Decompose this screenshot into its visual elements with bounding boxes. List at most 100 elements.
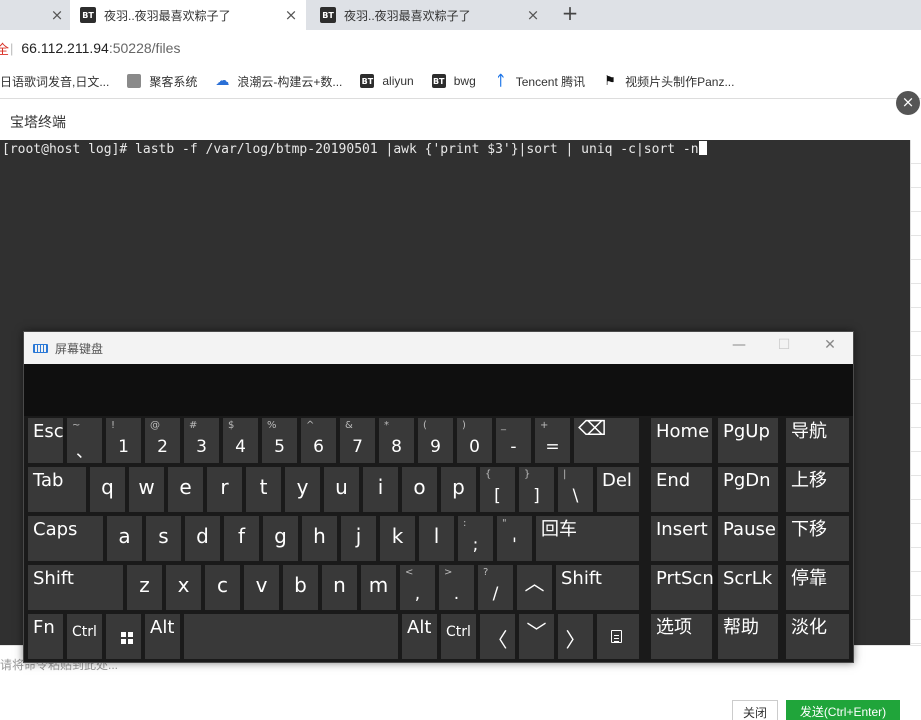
key-equals[interactable]: + = — [535, 418, 570, 463]
key-semicolon[interactable]: :; — [458, 516, 493, 561]
key-help[interactable]: 帮助 — [718, 614, 778, 659]
close-icon[interactable]: × — [524, 6, 542, 24]
close-button[interactable]: ✕ — [815, 337, 845, 357]
key-v[interactable]: v — [244, 565, 279, 610]
key-options[interactable]: 选项 — [651, 614, 712, 659]
key-4[interactable]: $4 — [223, 418, 258, 463]
bookmark-item[interactable]: BT bwg — [431, 74, 476, 88]
tab-item-active[interactable]: BT 夜羽..夜羽最喜欢粽子了 × — [70, 0, 306, 30]
key-end[interactable]: End — [651, 467, 712, 512]
key-k[interactable]: k — [380, 516, 415, 561]
key-y[interactable]: y — [285, 467, 320, 512]
key-pause[interactable]: Pause — [718, 516, 778, 561]
key-0[interactable]: ) 0 — [457, 418, 492, 463]
bookmark-item[interactable]: ⚑ 视频片头制作Panz... — [603, 73, 734, 90]
key-5[interactable]: % 5 — [262, 418, 297, 463]
key-e[interactable]: e — [168, 467, 203, 512]
key-ctrl-left[interactable]: Ctrl — [67, 614, 102, 659]
key-f[interactable]: f — [224, 516, 259, 561]
url-text[interactable]: 66.112.211.94:50228/files — [21, 40, 180, 56]
close-icon[interactable]: × — [896, 91, 920, 115]
key-scrlk[interactable]: ScrLk — [718, 565, 778, 610]
key-pgdn[interactable]: PgDn — [718, 467, 778, 512]
key-b[interactable]: b — [283, 565, 318, 610]
key-l[interactable]: l — [419, 516, 454, 561]
restore-button[interactable]: ☐ — [769, 337, 799, 357]
key-insert[interactable]: Insert — [651, 516, 712, 561]
key-i[interactable]: i — [363, 467, 398, 512]
key-w[interactable]: w — [129, 467, 164, 512]
key-backslash[interactable]: | \ — [558, 467, 593, 512]
key-fade[interactable]: 淡化 — [786, 614, 849, 659]
key-windows[interactable] — [106, 614, 141, 659]
minimize-button[interactable]: — — [724, 337, 754, 357]
key-quote[interactable]: " ' — [497, 516, 532, 561]
key-shift-right[interactable]: Shift — [556, 565, 639, 610]
key-t[interactable]: t — [246, 467, 281, 512]
key-8[interactable]: * 8 — [379, 418, 414, 463]
bookmark-item[interactable]: 聚客系统 — [127, 73, 197, 90]
key-comma[interactable]: <, — [400, 565, 435, 610]
key-2[interactable]: @2 — [145, 418, 180, 463]
key-s[interactable]: s — [146, 516, 181, 561]
key-nav[interactable]: 导航 — [786, 418, 849, 463]
key-a[interactable]: a — [107, 516, 142, 561]
key-shift-left[interactable]: Shift — [28, 565, 123, 610]
tab-item[interactable]: × — [0, 0, 66, 30]
key-slash[interactable]: ? / — [478, 565, 513, 610]
key-pgup[interactable]: PgUp — [718, 418, 778, 463]
key-tab[interactable]: Tab — [28, 467, 86, 512]
bookmark-item[interactable]: 日语歌词发音,日文... — [0, 73, 109, 90]
key-h[interactable]: h — [302, 516, 337, 561]
key-enter[interactable]: 回车 — [536, 516, 639, 561]
key-fn[interactable]: Fn — [28, 614, 63, 659]
key-esc[interactable]: Esc — [28, 418, 64, 463]
new-tab-icon[interactable]: + — [558, 2, 582, 26]
key-n[interactable]: n — [322, 565, 357, 610]
key-tilde[interactable]: ~、 — [67, 418, 102, 463]
key-minus[interactable]: _ - — [496, 418, 531, 463]
key-x[interactable]: x — [166, 565, 201, 610]
key-caps[interactable]: Caps — [28, 516, 103, 561]
key-right-arrow[interactable]: 〉 — [558, 614, 593, 659]
close-icon[interactable]: × — [48, 6, 66, 24]
key-del[interactable]: Del — [597, 467, 639, 512]
key-backspace[interactable]: ⌫ — [574, 418, 639, 463]
key-left-bracket[interactable]: {[ — [480, 467, 515, 512]
key-alt-right[interactable]: Alt — [402, 614, 437, 659]
key-j[interactable]: j — [341, 516, 376, 561]
key-right-bracket[interactable]: }] — [519, 467, 554, 512]
tab-item[interactable]: BT 夜羽..夜羽最喜欢粽子了 × — [312, 0, 548, 30]
key-3[interactable]: #3 — [184, 418, 219, 463]
key-c[interactable]: c — [205, 565, 240, 610]
key-space[interactable] — [184, 614, 398, 659]
bookmark-item[interactable]: ᛏ Tencent 腾讯 — [494, 73, 586, 90]
key-o[interactable]: o — [402, 467, 437, 512]
key-down-arrow[interactable]: ﹀ — [519, 614, 554, 659]
close-button[interactable]: 关闭 — [732, 700, 778, 720]
key-6[interactable]: ^ 6 — [301, 418, 336, 463]
key-dock[interactable]: 停靠 — [786, 565, 849, 610]
key-prtscn[interactable]: PrtScn — [651, 565, 714, 610]
key-d[interactable]: d — [185, 516, 220, 561]
key-z[interactable]: z — [127, 565, 162, 610]
key-period[interactable]: >. — [439, 565, 474, 610]
key-r[interactable]: r — [207, 467, 242, 512]
key-up-arrow[interactable]: ︿ — [517, 565, 552, 610]
key-g[interactable]: g — [263, 516, 298, 561]
key-left-arrow[interactable]: 〈 — [480, 614, 515, 659]
key-m[interactable]: m — [361, 565, 396, 610]
key-alt-left[interactable]: Alt — [145, 614, 180, 659]
key-1[interactable]: ! 1 — [106, 418, 141, 463]
key-move-up[interactable]: 上移 — [786, 467, 849, 512]
key-p[interactable]: p — [441, 467, 476, 512]
key-home[interactable]: Home — [651, 418, 712, 463]
key-7[interactable]: & 7 — [340, 418, 375, 463]
bookmark-item[interactable]: BT aliyun — [360, 74, 414, 88]
key-move-down[interactable]: 下移 — [786, 516, 849, 561]
key-menu[interactable] — [597, 614, 639, 659]
security-label[interactable]: 全 — [0, 39, 9, 58]
osk-titlebar[interactable]: 屏幕键盘 — ☐ ✕ — [24, 332, 853, 364]
address-bar[interactable]: 全 | 66.112.211.94:50228/files — [0, 30, 921, 66]
send-button[interactable]: 发送(Ctrl+Enter) — [786, 700, 900, 720]
